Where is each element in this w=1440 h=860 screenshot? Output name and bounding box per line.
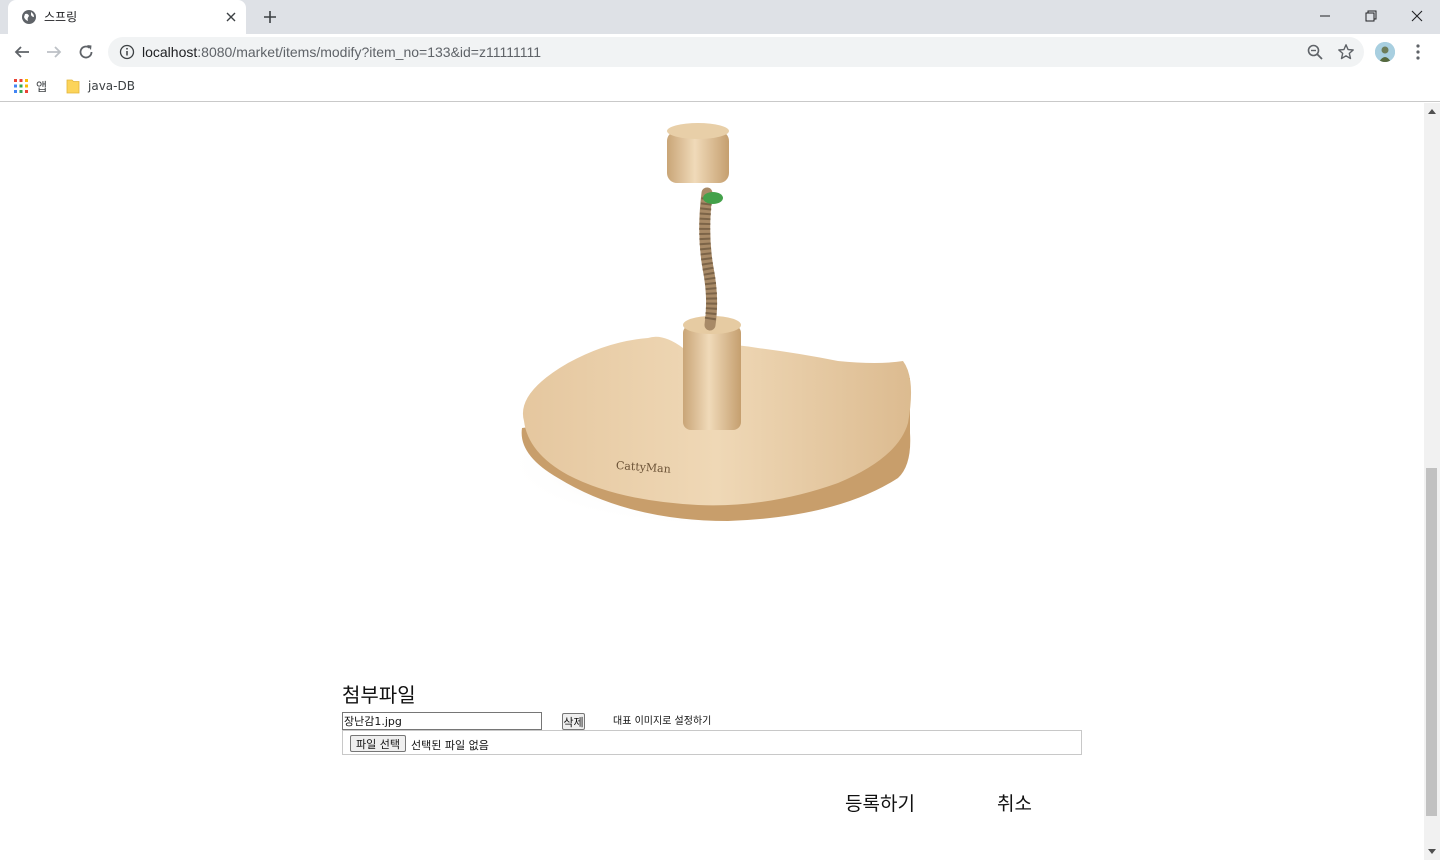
browser-tab[interactable]: 스프링 — [8, 0, 246, 34]
bookmark-java-db[interactable]: java-DB — [66, 76, 135, 96]
new-tab-button[interactable] — [258, 6, 282, 28]
bookmarks-bar: 앱 java-DB — [0, 70, 1440, 102]
restore-icon[interactable] — [1348, 0, 1394, 32]
more-menu-icon[interactable] — [1409, 42, 1427, 62]
set-representative-image-label[interactable]: 대표 이미지로 설정하기 — [613, 712, 711, 727]
bookmark-label: 앱 — [36, 79, 48, 94]
forward-icon[interactable] — [40, 38, 68, 66]
zoom-out-icon[interactable] — [1306, 43, 1324, 61]
file-upload-field: 파일 선택 선택된 파일 없음 — [342, 730, 1082, 755]
minimize-icon[interactable] — [1302, 0, 1348, 32]
browser-toolbar: localhost:8080/market/items/modify?item_… — [0, 34, 1440, 70]
apps-grid-icon — [14, 79, 28, 93]
reload-icon[interactable] — [72, 38, 100, 66]
profile-avatar[interactable] — [1375, 42, 1395, 62]
scroll-up-arrow-icon[interactable] — [1424, 103, 1440, 119]
bookmark-star-icon[interactable] — [1337, 43, 1355, 61]
bookmark-apps[interactable]: 앱 — [14, 76, 47, 96]
page-content: CattyMan 첨부파일 삭제 대표 이미지로 설정하기 파일 선택 선택된 … — [0, 103, 1424, 860]
url-text: localhost:8080/market/items/modify?item_… — [142, 44, 541, 60]
cancel-button[interactable]: 취소 — [997, 789, 1032, 816]
existing-file-name-input[interactable] — [342, 712, 542, 730]
globe-icon — [21, 9, 37, 25]
choose-file-button[interactable]: 파일 선택 — [350, 735, 406, 752]
delete-file-button[interactable]: 삭제 — [562, 713, 585, 730]
product-image: CattyMan — [503, 123, 918, 528]
tab-title: 스프링 — [44, 10, 78, 24]
back-icon[interactable] — [8, 38, 36, 66]
submit-button[interactable]: 등록하기 — [845, 789, 915, 816]
scrollbar-thumb[interactable] — [1426, 468, 1437, 816]
address-bar[interactable]: localhost:8080/market/items/modify?item_… — [108, 37, 1364, 67]
tab-strip: 스프링 — [0, 0, 1440, 34]
folder-icon — [66, 79, 80, 94]
attachment-heading: 첨부파일 — [342, 683, 416, 707]
vertical-scrollbar[interactable] — [1424, 103, 1440, 860]
scroll-down-arrow-icon[interactable] — [1424, 844, 1440, 860]
bookmark-label: java-DB — [88, 79, 135, 93]
info-icon[interactable] — [119, 44, 135, 60]
no-file-selected-text: 선택된 파일 없음 — [411, 739, 489, 752]
close-window-icon[interactable] — [1394, 0, 1440, 32]
close-tab-icon[interactable] — [222, 8, 240, 26]
